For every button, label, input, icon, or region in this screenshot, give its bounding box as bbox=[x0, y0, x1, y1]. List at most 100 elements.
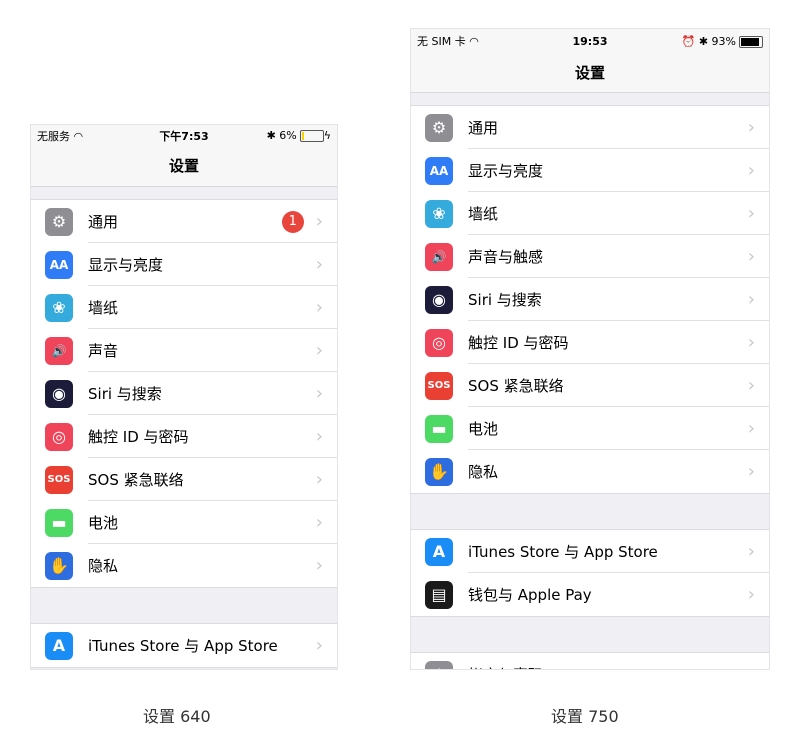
settings-row[interactable]: ◉ Siri 与搜索 › bbox=[31, 372, 337, 415]
sos-icon: SOS bbox=[45, 465, 73, 494]
settings-row-label: 触控 ID 与密码 bbox=[468, 334, 569, 352]
chevron-right-icon: › bbox=[315, 297, 323, 318]
settings-row[interactable]: ◎ 触控 ID 与密码 › bbox=[411, 321, 769, 364]
status-bar: 无服务 ◠ 下午7:53 ✱ 6% ϟ bbox=[31, 125, 337, 146]
sound-icon: 🔊 bbox=[45, 336, 73, 365]
status-bar: 无 SIM 卡 ◠ 19:53 ⏰ ✱ 93% bbox=[411, 29, 769, 53]
settings-row-label: 钱包与 Apple Pay bbox=[468, 586, 592, 604]
chevron-right-icon: › bbox=[315, 340, 323, 361]
notification-badge: 1 bbox=[281, 210, 304, 233]
wallet-icon: ▤ bbox=[425, 580, 453, 609]
settings-row-label: Siri 与搜索 bbox=[468, 291, 542, 309]
settings-row[interactable]: SOS SOS 紧急联络 › bbox=[31, 458, 337, 501]
chevron-right-icon: › bbox=[315, 254, 323, 275]
chevron-right-icon: › bbox=[747, 289, 755, 310]
chevron-right-icon: › bbox=[747, 160, 755, 181]
chevron-right-icon: › bbox=[747, 246, 755, 267]
settings-row-label: 声音 bbox=[88, 342, 119, 360]
gear-icon: ⚙ bbox=[425, 113, 453, 142]
settings-row[interactable]: AA 显示与亮度 › bbox=[31, 243, 337, 286]
settings-row[interactable]: ▬ 电池 › bbox=[31, 501, 337, 544]
app-store-icon: A bbox=[425, 537, 453, 566]
carrier: 无服务 bbox=[37, 129, 70, 143]
settings-row-label: 电池 bbox=[88, 514, 119, 532]
gear-icon: ⚙ bbox=[45, 207, 73, 236]
chevron-right-icon: › bbox=[747, 461, 755, 482]
settings-row-label: 隐私 bbox=[88, 557, 119, 575]
settings-row-label: 通用 bbox=[88, 213, 119, 231]
caption-640: 设置 640 bbox=[143, 707, 211, 726]
battery-indicator-icon bbox=[299, 130, 324, 142]
chevron-right-icon: › bbox=[747, 117, 755, 138]
settings-row-label: SOS 紧急联络 bbox=[468, 377, 564, 395]
settings-row[interactable]: ❀ 墙纸 › bbox=[31, 286, 337, 329]
chevron-right-icon: › bbox=[315, 383, 323, 404]
settings-row-label: 显示与亮度 bbox=[88, 256, 164, 274]
privacy-hand-icon: ✋ bbox=[425, 457, 453, 486]
battery-indicator-icon bbox=[739, 35, 763, 48]
chevron-right-icon: › bbox=[747, 375, 755, 396]
wallpaper-icon: ❀ bbox=[45, 293, 73, 322]
key-icon: ⚷ bbox=[425, 660, 453, 669]
caption-750: 设置 750 bbox=[551, 707, 619, 726]
settings-row[interactable]: 🔊 声音 › bbox=[31, 329, 337, 372]
chevron-right-icon: › bbox=[315, 635, 323, 656]
sound-icon: 🔊 bbox=[425, 242, 453, 271]
chevron-right-icon: › bbox=[748, 664, 755, 669]
chevron-right-icon: › bbox=[315, 426, 323, 447]
battery-icon: ▬ bbox=[425, 414, 453, 443]
alarm-icon: ⏰ bbox=[681, 34, 696, 48]
chevron-right-icon: › bbox=[315, 469, 323, 490]
settings-row[interactable]: ◉ Siri 与搜索 › bbox=[411, 278, 769, 321]
page-title: 设置 bbox=[411, 53, 769, 93]
settings-row-label: Siri 与搜索 bbox=[88, 385, 162, 403]
sos-icon: SOS bbox=[425, 371, 453, 400]
settings-row-label: 墙纸 bbox=[468, 205, 499, 223]
chevron-right-icon: › bbox=[747, 418, 755, 439]
wifi-icon: ◠ bbox=[469, 35, 479, 48]
screen-640: 无服务 ◠ 下午7:53 ✱ 6% ϟ 设置 ⚙ 通用 1 › AA 显示与亮度 › ❀ … bbox=[30, 124, 338, 670]
settings-row-label: 显示与亮度 bbox=[468, 162, 544, 180]
bluetooth-icon: ✱ bbox=[698, 34, 709, 48]
settings-row[interactable]: SOS SOS 紧急联络 › bbox=[411, 364, 769, 407]
settings-row[interactable]: ▤ 钱包与 Apple Pay › bbox=[411, 573, 769, 616]
privacy-hand-icon: ✋ bbox=[45, 551, 73, 580]
settings-row[interactable]: ⚙ 通用 1 › bbox=[31, 200, 337, 243]
fingerprint-icon: ◎ bbox=[45, 422, 73, 451]
wallpaper-icon: ❀ bbox=[425, 199, 453, 228]
settings-row[interactable]: ❀ 墙纸 › bbox=[411, 192, 769, 235]
battery-percent: 6% bbox=[279, 129, 297, 142]
settings-group: ⚙ 通用 › AA 显示与亮度 › ❀ 墙纸 › 🔊 声音与触感 › ◉ Siri 与搜… bbox=[411, 105, 769, 494]
settings-row-label: 墙纸 bbox=[88, 299, 119, 317]
settings-row[interactable]: A iTunes Store 与 App Store › bbox=[31, 624, 337, 667]
settings-row[interactable]: AA 显示与亮度 › bbox=[411, 149, 769, 192]
chevron-right-icon: › bbox=[747, 332, 755, 353]
battery-icon: ▬ bbox=[45, 508, 73, 537]
settings-row-label: SOS 紧急联络 bbox=[88, 471, 184, 489]
page-title: 设置 bbox=[31, 146, 337, 187]
settings-row[interactable]: 🔊 声音与触感 › bbox=[411, 235, 769, 278]
settings-row-label: 通用 bbox=[468, 119, 499, 137]
display-icon: AA bbox=[45, 250, 73, 279]
app-store-icon: A bbox=[45, 631, 73, 660]
settings-row[interactable]: ✋ 隐私 › bbox=[31, 544, 337, 587]
settings-row[interactable]: ▬ 电池 › bbox=[411, 407, 769, 450]
settings-row[interactable]: A iTunes Store 与 App Store › bbox=[411, 530, 769, 573]
settings-group: ⚙ 通用 1 › AA 显示与亮度 › ❀ 墙纸 › 🔊 声音 › ◉ Siri 与搜索… bbox=[31, 199, 337, 588]
settings-row[interactable]: ✋ 隐私 › bbox=[411, 450, 769, 493]
chevron-right-icon: › bbox=[315, 555, 323, 576]
settings-row-label: iTunes Store 与 App Store bbox=[468, 543, 658, 561]
settings-row-label: 触控 ID 与密码 bbox=[88, 428, 189, 446]
chevron-right-icon: › bbox=[315, 211, 323, 232]
siri-icon: ◉ bbox=[425, 285, 453, 314]
settings-row-label: 帐户与密码 bbox=[468, 664, 748, 669]
settings-row[interactable]: ◎ 触控 ID 与密码 › bbox=[31, 415, 337, 458]
carrier: 无 SIM 卡 bbox=[417, 35, 466, 48]
screen-750: 无 SIM 卡 ◠ 19:53 ⏰ ✱ 93% 设置 ⚙ 通用 › AA 显示与亮度 … bbox=[410, 28, 770, 670]
settings-row-label: iTunes Store 与 App Store bbox=[88, 637, 278, 655]
settings-row[interactable]: ⚷ 帐户与密码 › bbox=[411, 653, 769, 669]
battery-percent: 93% bbox=[711, 34, 736, 48]
settings-row-label: 电池 bbox=[468, 420, 499, 438]
settings-row-label: 声音与触感 bbox=[468, 248, 544, 266]
settings-row[interactable]: ⚙ 通用 › bbox=[411, 106, 769, 149]
